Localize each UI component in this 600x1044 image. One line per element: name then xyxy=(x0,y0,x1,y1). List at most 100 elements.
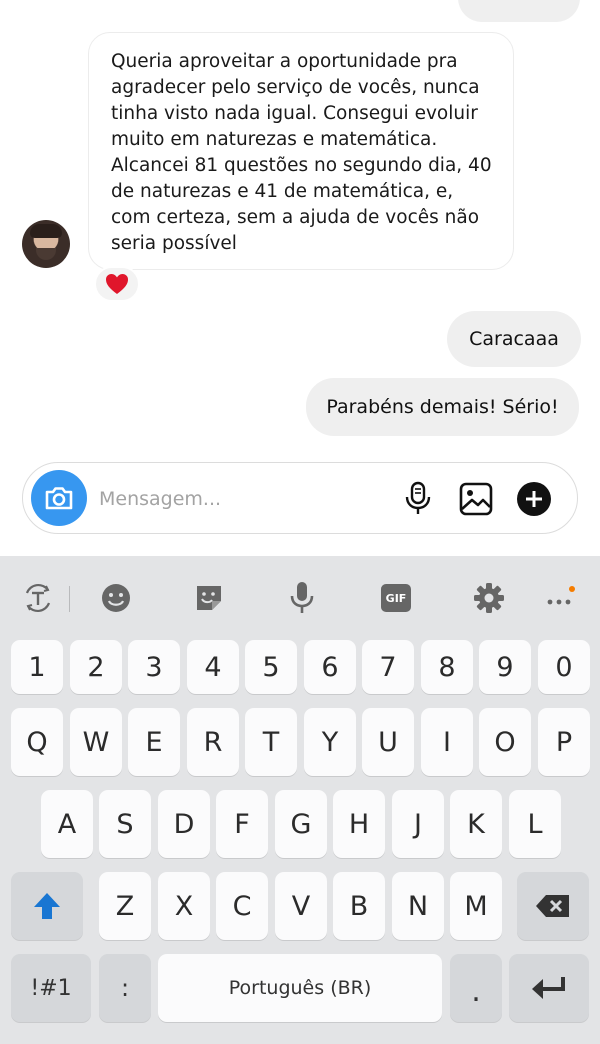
heart-reaction[interactable] xyxy=(94,266,140,302)
message-composer xyxy=(22,462,578,534)
key-s[interactable]: S xyxy=(99,790,151,858)
key-label: S xyxy=(116,808,134,840)
avatar[interactable] xyxy=(22,220,70,268)
keyboard: GIF 1 2 3 4 5 6 7 8 9 0 Q W E R T Y U I … xyxy=(0,556,600,1044)
key-label: 7 xyxy=(379,651,397,683)
key-m[interactable]: M xyxy=(450,872,502,940)
add-button[interactable] xyxy=(514,479,554,519)
key-label: 0 xyxy=(555,651,573,683)
more-icon xyxy=(547,586,575,605)
key-label: L xyxy=(527,808,543,840)
toolbar-divider xyxy=(69,586,70,612)
key-6[interactable]: 6 xyxy=(304,640,356,694)
image-icon xyxy=(459,482,493,516)
voice-button[interactable] xyxy=(398,479,438,519)
key-l[interactable]: L xyxy=(509,790,561,858)
message-input[interactable] xyxy=(99,483,359,515)
heart-icon xyxy=(106,274,128,294)
key-1[interactable]: 1 xyxy=(11,640,63,694)
key-label: J xyxy=(414,808,422,840)
key-label: !#1 xyxy=(30,975,72,1001)
key-8[interactable]: 8 xyxy=(421,640,473,694)
chat-area: Queria aproveitar a oportunidade pra agr… xyxy=(0,0,600,556)
key-5[interactable]: 5 xyxy=(245,640,297,694)
voice-input-button[interactable] xyxy=(282,578,322,618)
key-label: 9 xyxy=(496,651,514,683)
key-a[interactable]: A xyxy=(41,790,93,858)
key-label: 5 xyxy=(262,651,280,683)
key-7[interactable]: 7 xyxy=(362,640,414,694)
gallery-button[interactable] xyxy=(456,479,496,519)
incoming-message[interactable]: Queria aproveitar a oportunidade pra agr… xyxy=(88,32,514,270)
symbols-key[interactable]: !#1 xyxy=(11,954,91,1022)
key-label: : xyxy=(120,974,130,1002)
translate-button[interactable] xyxy=(18,578,58,618)
plus-circle-icon xyxy=(517,482,551,516)
more-button[interactable] xyxy=(540,578,580,618)
outgoing-message-text: Parabéns demais! Sério! xyxy=(326,396,559,418)
mic-icon xyxy=(290,582,314,613)
key-b[interactable]: B xyxy=(333,872,385,940)
key-f[interactable]: F xyxy=(216,790,268,858)
enter-icon xyxy=(532,977,565,999)
key-p[interactable]: P xyxy=(538,708,590,776)
key-label: U xyxy=(378,726,398,758)
gif-button[interactable]: GIF xyxy=(376,578,416,618)
shift-key[interactable] xyxy=(11,872,83,940)
key-x[interactable]: X xyxy=(158,872,210,940)
key-j[interactable]: J xyxy=(392,790,444,858)
key-label: I xyxy=(443,726,451,758)
colon-key[interactable]: : xyxy=(99,954,151,1022)
space-key-label: Português (BR) xyxy=(228,977,372,999)
key-label: 2 xyxy=(87,651,105,683)
outgoing-message[interactable]: Parabéns demais! Sério! xyxy=(306,378,579,436)
key-label: K xyxy=(467,808,485,840)
key-3[interactable]: 3 xyxy=(128,640,180,694)
camera-icon xyxy=(45,487,73,510)
key-z[interactable]: Z xyxy=(99,872,151,940)
key-h[interactable]: H xyxy=(333,790,385,858)
key-i[interactable]: I xyxy=(421,708,473,776)
key-d[interactable]: D xyxy=(158,790,210,858)
key-label: Q xyxy=(26,726,48,758)
space-key[interactable]: Português (BR) xyxy=(158,954,442,1022)
key-n[interactable]: N xyxy=(392,872,444,940)
key-y[interactable]: Y xyxy=(304,708,356,776)
key-e[interactable]: E xyxy=(128,708,180,776)
key-u[interactable]: U xyxy=(362,708,414,776)
settings-button[interactable] xyxy=(469,578,509,618)
key-label: D xyxy=(173,808,195,840)
sticker-button[interactable] xyxy=(189,578,229,618)
key-label: G xyxy=(290,808,312,840)
enter-key[interactable] xyxy=(509,954,589,1022)
key-label: P xyxy=(555,726,573,758)
key-label: C xyxy=(232,890,252,922)
key-o[interactable]: O xyxy=(479,708,531,776)
key-2[interactable]: 2 xyxy=(70,640,122,694)
key-label: T xyxy=(262,726,280,758)
key-label: A xyxy=(57,808,77,840)
emoji-button[interactable] xyxy=(96,578,136,618)
settings-icon xyxy=(474,583,504,613)
key-k[interactable]: K xyxy=(450,790,502,858)
key-label: F xyxy=(234,808,250,840)
camera-button[interactable] xyxy=(31,470,87,526)
key-4[interactable]: 4 xyxy=(187,640,239,694)
key-label: Y xyxy=(321,726,339,758)
period-key[interactable]: . xyxy=(450,954,502,1022)
key-9[interactable]: 9 xyxy=(479,640,531,694)
key-label: Z xyxy=(115,890,135,922)
key-q[interactable]: Q xyxy=(11,708,63,776)
key-r[interactable]: R xyxy=(187,708,239,776)
key-t[interactable]: T xyxy=(245,708,297,776)
outgoing-message[interactable]: Caracaaa xyxy=(447,311,581,367)
key-w[interactable]: W xyxy=(70,708,122,776)
key-g[interactable]: G xyxy=(275,790,327,858)
key-label: E xyxy=(145,726,163,758)
key-label: W xyxy=(82,726,110,758)
backspace-key[interactable] xyxy=(517,872,589,940)
key-c[interactable]: C xyxy=(216,872,268,940)
key-v[interactable]: V xyxy=(275,872,327,940)
key-label: O xyxy=(494,726,516,758)
key-0[interactable]: 0 xyxy=(538,640,590,694)
